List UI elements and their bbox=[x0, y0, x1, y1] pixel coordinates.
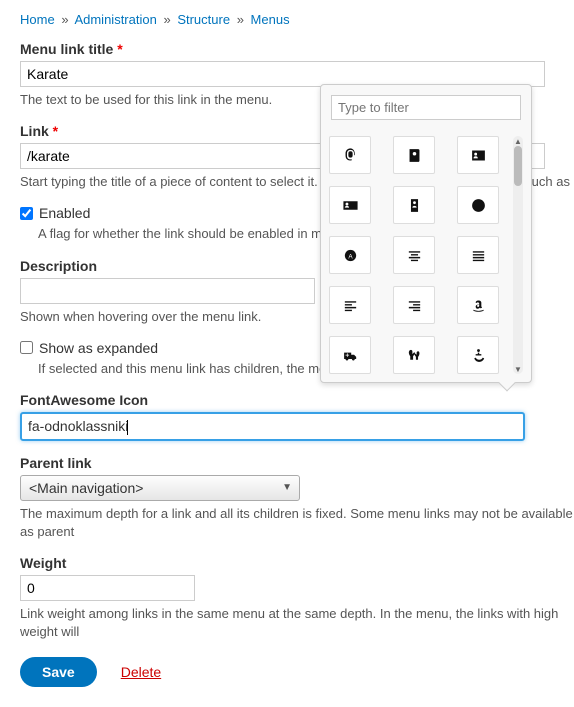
scroll-up-icon[interactable]: ▲ bbox=[513, 136, 523, 146]
picker-scrollbar[interactable]: ▲ ▼ bbox=[513, 136, 523, 374]
icon-picker-popover: A ▲ ▼ bbox=[320, 84, 532, 383]
enabled-checkbox[interactable] bbox=[20, 207, 33, 220]
breadcrumb: Home » Administration » Structure » Menu… bbox=[20, 12, 574, 27]
field-weight: Weight Link weight among links in the sa… bbox=[20, 555, 574, 641]
align-justify-icon[interactable] bbox=[457, 236, 499, 274]
delete-link[interactable]: Delete bbox=[121, 664, 161, 680]
faicon-label: FontAwesome Icon bbox=[20, 392, 574, 408]
fingerprint-icon[interactable] bbox=[329, 136, 371, 174]
address-book-icon[interactable] bbox=[393, 136, 435, 174]
title-label: Menu link title * bbox=[20, 41, 574, 57]
breadcrumb-admin[interactable]: Administration bbox=[74, 12, 156, 27]
id-card-icon[interactable] bbox=[329, 186, 371, 224]
align-center-icon[interactable] bbox=[393, 236, 435, 274]
adjust-icon[interactable] bbox=[457, 186, 499, 224]
breadcrumb-structure[interactable]: Structure bbox=[177, 12, 230, 27]
circle-a-icon[interactable]: A bbox=[329, 236, 371, 274]
asl-icon[interactable] bbox=[393, 336, 435, 374]
field-parent-link: Parent link <Main navigation> ▼ The maxi… bbox=[20, 455, 574, 541]
breadcrumb-sep: » bbox=[163, 12, 170, 27]
weight-label: Weight bbox=[20, 555, 574, 571]
weight-desc: Link weight among links in the same menu… bbox=[20, 605, 574, 641]
align-left-icon[interactable] bbox=[329, 286, 371, 324]
form-actions: Save Delete bbox=[20, 657, 574, 687]
parent-desc: The maximum depth for a link and all its… bbox=[20, 505, 574, 541]
breadcrumb-menus[interactable]: Menus bbox=[251, 12, 290, 27]
icon-grid: A bbox=[329, 136, 507, 374]
parent-label: Parent link bbox=[20, 455, 574, 471]
expanded-checkbox[interactable] bbox=[20, 341, 33, 354]
expanded-label: Show as expanded bbox=[39, 340, 158, 356]
description-input[interactable] bbox=[20, 278, 315, 304]
ambulance-icon[interactable] bbox=[329, 336, 371, 374]
breadcrumb-sep: » bbox=[61, 12, 68, 27]
breadcrumb-home[interactable]: Home bbox=[20, 12, 55, 27]
field-fontawesome-icon: FontAwesome Icon fa-odnoklassniki bbox=[20, 392, 574, 441]
breadcrumb-sep: » bbox=[237, 12, 244, 27]
id-badge-icon[interactable] bbox=[393, 186, 435, 224]
save-button[interactable]: Save bbox=[20, 657, 97, 687]
parent-select[interactable]: <Main navigation> bbox=[20, 475, 300, 501]
amazon-icon[interactable] bbox=[457, 286, 499, 324]
weight-input[interactable] bbox=[20, 575, 195, 601]
anchor-icon[interactable] bbox=[457, 336, 499, 374]
scroll-down-icon[interactable]: ▼ bbox=[513, 364, 523, 374]
address-card-icon[interactable] bbox=[457, 136, 499, 174]
enabled-label: Enabled bbox=[39, 205, 90, 221]
faicon-input[interactable]: fa-odnoklassniki bbox=[20, 412, 525, 441]
icon-filter-input[interactable] bbox=[331, 95, 521, 120]
scroll-thumb[interactable] bbox=[514, 146, 522, 186]
align-right-icon[interactable] bbox=[393, 286, 435, 324]
